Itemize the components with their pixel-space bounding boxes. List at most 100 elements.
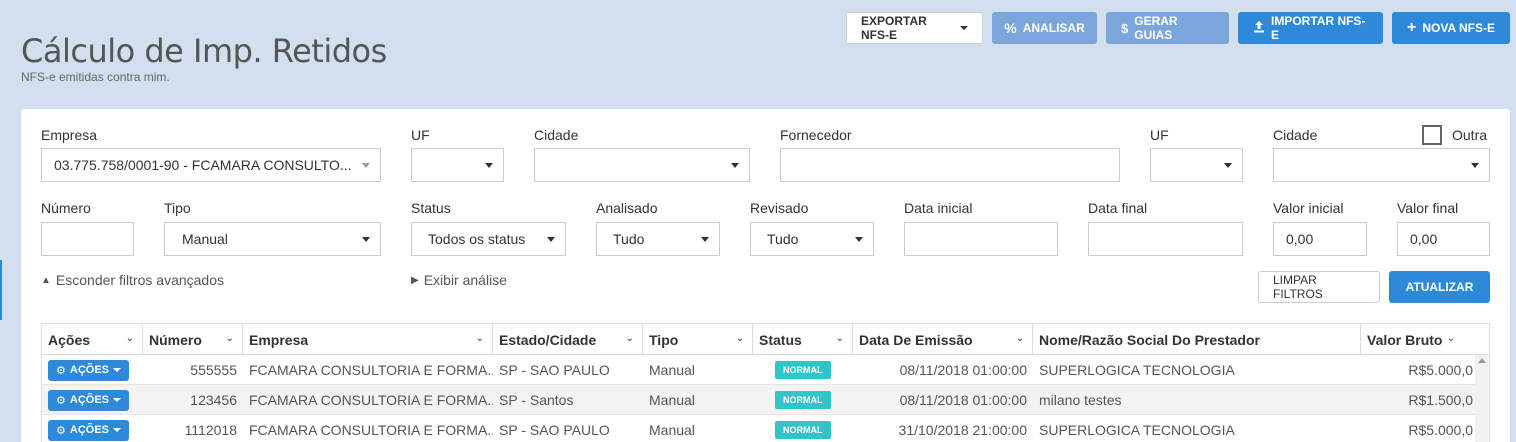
exportar-button[interactable]: EXPORTAR NFS-E	[846, 12, 983, 44]
filter-panel: Empresa UF Cidade Fornecedor UF Cidade O…	[21, 109, 1510, 442]
acoes-cell: ⚙ AÇÕES	[42, 385, 143, 415]
table-scrollbar[interactable]	[1475, 355, 1489, 442]
valor-inicial-input[interactable]: 0,00	[1273, 222, 1367, 256]
valor-inicial-label: Valor inicial	[1273, 200, 1344, 216]
exibir-analise-link[interactable]: ▶ Exibir análise	[411, 272, 507, 288]
col-tipo[interactable]: Tipo ⌄	[643, 324, 753, 355]
chevron-down-icon: ⌄	[735, 333, 744, 344]
table-row[interactable]: ⚙ AÇÕES 555555 FCAMARA CONSULTORIA E FORM…	[42, 355, 1489, 385]
fornecedor-input[interactable]	[780, 148, 1120, 182]
tipo-label: Tipo	[164, 200, 191, 216]
status-cell: NORMAL	[753, 355, 853, 385]
acoes-label: AÇÕES	[69, 364, 109, 376]
cidade-select[interactable]	[534, 148, 750, 182]
analisado-select[interactable]: Tudo	[596, 222, 720, 256]
tipo-cell: Manual	[649, 392, 695, 408]
outra-checkbox[interactable]	[1422, 125, 1442, 145]
chevron-down-icon	[547, 237, 555, 242]
empresa-cell: FCAMARA CONSULTORIA E FORMA...	[249, 422, 493, 438]
prestador-cell: SUPERLOGICA TECNOLOGIA	[1039, 362, 1235, 378]
col-status-label: Status	[759, 331, 802, 348]
acoes-button[interactable]: ⚙ AÇÕES	[48, 419, 129, 441]
nova-nfse-button[interactable]: + NOVA NFS-E	[1392, 12, 1510, 44]
numero-cell: 123456	[190, 392, 237, 408]
col-acoes-label: Ações	[48, 331, 91, 348]
prestador-cell: SUPERLOGICA TECNOLOGIA	[1039, 422, 1235, 438]
chevron-down-icon: ⌄	[1015, 333, 1024, 344]
acoes-button[interactable]: ⚙ AÇÕES	[48, 389, 129, 411]
empresa-cell: FCAMARA CONSULTORIA E FORMA...	[249, 362, 493, 378]
data-inicial-input[interactable]	[904, 222, 1058, 256]
valor-final-input[interactable]: 0,00	[1397, 222, 1490, 256]
caret-down-icon	[960, 26, 968, 30]
valor-final-value: 0,00	[1410, 231, 1438, 247]
fornecedor-cidade-select[interactable]	[1273, 148, 1490, 182]
caret-down-icon	[113, 428, 121, 432]
col-numero[interactable]: Número ⌄	[143, 324, 243, 355]
uf-label: UF	[411, 127, 430, 143]
chevron-down-icon: ⌄	[125, 333, 134, 344]
page-subtitle: NFS-e emitidas contra mim.	[21, 70, 170, 84]
data-final-input[interactable]	[1088, 222, 1243, 256]
numero-input[interactable]	[41, 222, 134, 256]
uf-select[interactable]	[411, 148, 504, 182]
empresa-select[interactable]: 03.775.758/0001-90 - FCAMARA CONSULTO...	[41, 148, 381, 182]
col-valor-bruto[interactable]: Valor Bruto ⌄	[1361, 324, 1489, 355]
prestador-cell: milano testes	[1039, 392, 1122, 408]
chevron-down-icon: ⌄	[225, 333, 234, 344]
gerar-guias-button[interactable]: $ GERAR GUIAS	[1106, 12, 1229, 44]
chevron-down-icon: ⌄	[835, 333, 844, 344]
analisar-button[interactable]: % ANALISAR	[992, 12, 1097, 44]
empresa-cell: FCAMARA CONSULTORIA E FORMA...	[249, 392, 493, 408]
chevron-down-icon: ⌄	[625, 333, 634, 344]
importar-button[interactable]: IMPORTAR NFS-E	[1238, 12, 1383, 44]
col-estado-cidade[interactable]: Estado/Cidade ⌄	[493, 324, 643, 355]
chevron-down-icon	[362, 163, 370, 168]
fornecedor-label: Fornecedor	[780, 127, 852, 143]
analisado-label: Analisado	[596, 200, 658, 216]
status-cell: NORMAL	[753, 415, 853, 442]
tipo-select[interactable]: Manual	[164, 222, 381, 256]
acoes-cell: ⚙ AÇÕES	[42, 415, 143, 442]
col-empresa[interactable]: Empresa ⌄	[243, 324, 493, 355]
col-data-emissao[interactable]: Data De Emissão ⌄	[853, 324, 1033, 355]
table-row[interactable]: ⚙ AÇÕES 1112018 FCAMARA CONSULTORIA E FOR…	[42, 415, 1489, 442]
esconder-filtros-link[interactable]: ▲ Esconder filtros avançados	[41, 272, 224, 288]
analisar-label: ANALISAR	[1022, 21, 1085, 35]
chevron-down-icon	[1471, 163, 1479, 168]
fornecedor-uf-label: UF	[1150, 127, 1169, 143]
data-final-label: Data final	[1088, 200, 1148, 216]
table-header: Ações ⌄ Número ⌄ Empresa ⌄ Estado/Cidade ⌄ T…	[42, 324, 1489, 355]
plus-icon: +	[1407, 19, 1417, 36]
caret-down-icon	[113, 398, 121, 402]
col-prestador[interactable]: Nome/Razão Social Do Prestador	[1033, 324, 1361, 355]
revisado-select[interactable]: Tudo	[750, 222, 874, 256]
col-empresa-label: Empresa	[249, 331, 309, 348]
chevron-down-icon	[731, 163, 739, 168]
scroll-up-icon[interactable]	[1478, 358, 1486, 363]
col-tipo-label: Tipo	[649, 331, 679, 348]
valor-final-label: Valor final	[1397, 200, 1459, 216]
dollar-icon: $	[1121, 20, 1129, 36]
limpar-filtros-button[interactable]: LIMPAR FILTROS	[1258, 271, 1380, 303]
gear-icon: ⚙	[56, 364, 66, 377]
col-acoes[interactable]: Ações ⌄	[42, 324, 143, 355]
status-select[interactable]: Todos os status	[411, 222, 566, 256]
estado-cell: SP - SAO PAULO	[499, 422, 610, 438]
chevron-down-icon: ⌄	[475, 333, 484, 344]
gerar-guias-label: GERAR GUIAS	[1134, 14, 1178, 42]
table-row[interactable]: ⚙ AÇÕES 123456 FCAMARA CONSULTORIA E FORM…	[42, 385, 1489, 415]
status-badge: NORMAL	[775, 391, 831, 409]
col-status[interactable]: Status ⌄	[753, 324, 853, 355]
percent-icon: %	[1004, 20, 1017, 36]
status-value: Todos os status	[428, 231, 526, 247]
data-cell: 08/11/2018 01:00:00	[899, 362, 1027, 378]
importar-label: IMPORTAR NFS-E	[1271, 14, 1366, 42]
atualizar-button[interactable]: ATUALIZAR	[1389, 271, 1490, 303]
outra-label: Outra	[1452, 127, 1488, 143]
col-data-emissao-label: Data De Emissão	[859, 331, 973, 348]
col-numero-label: Número	[149, 331, 202, 348]
acoes-button[interactable]: ⚙ AÇÕES	[48, 359, 129, 381]
col-valor-bruto-label: Valor Bruto	[1367, 331, 1443, 348]
fornecedor-uf-select[interactable]	[1150, 148, 1243, 182]
